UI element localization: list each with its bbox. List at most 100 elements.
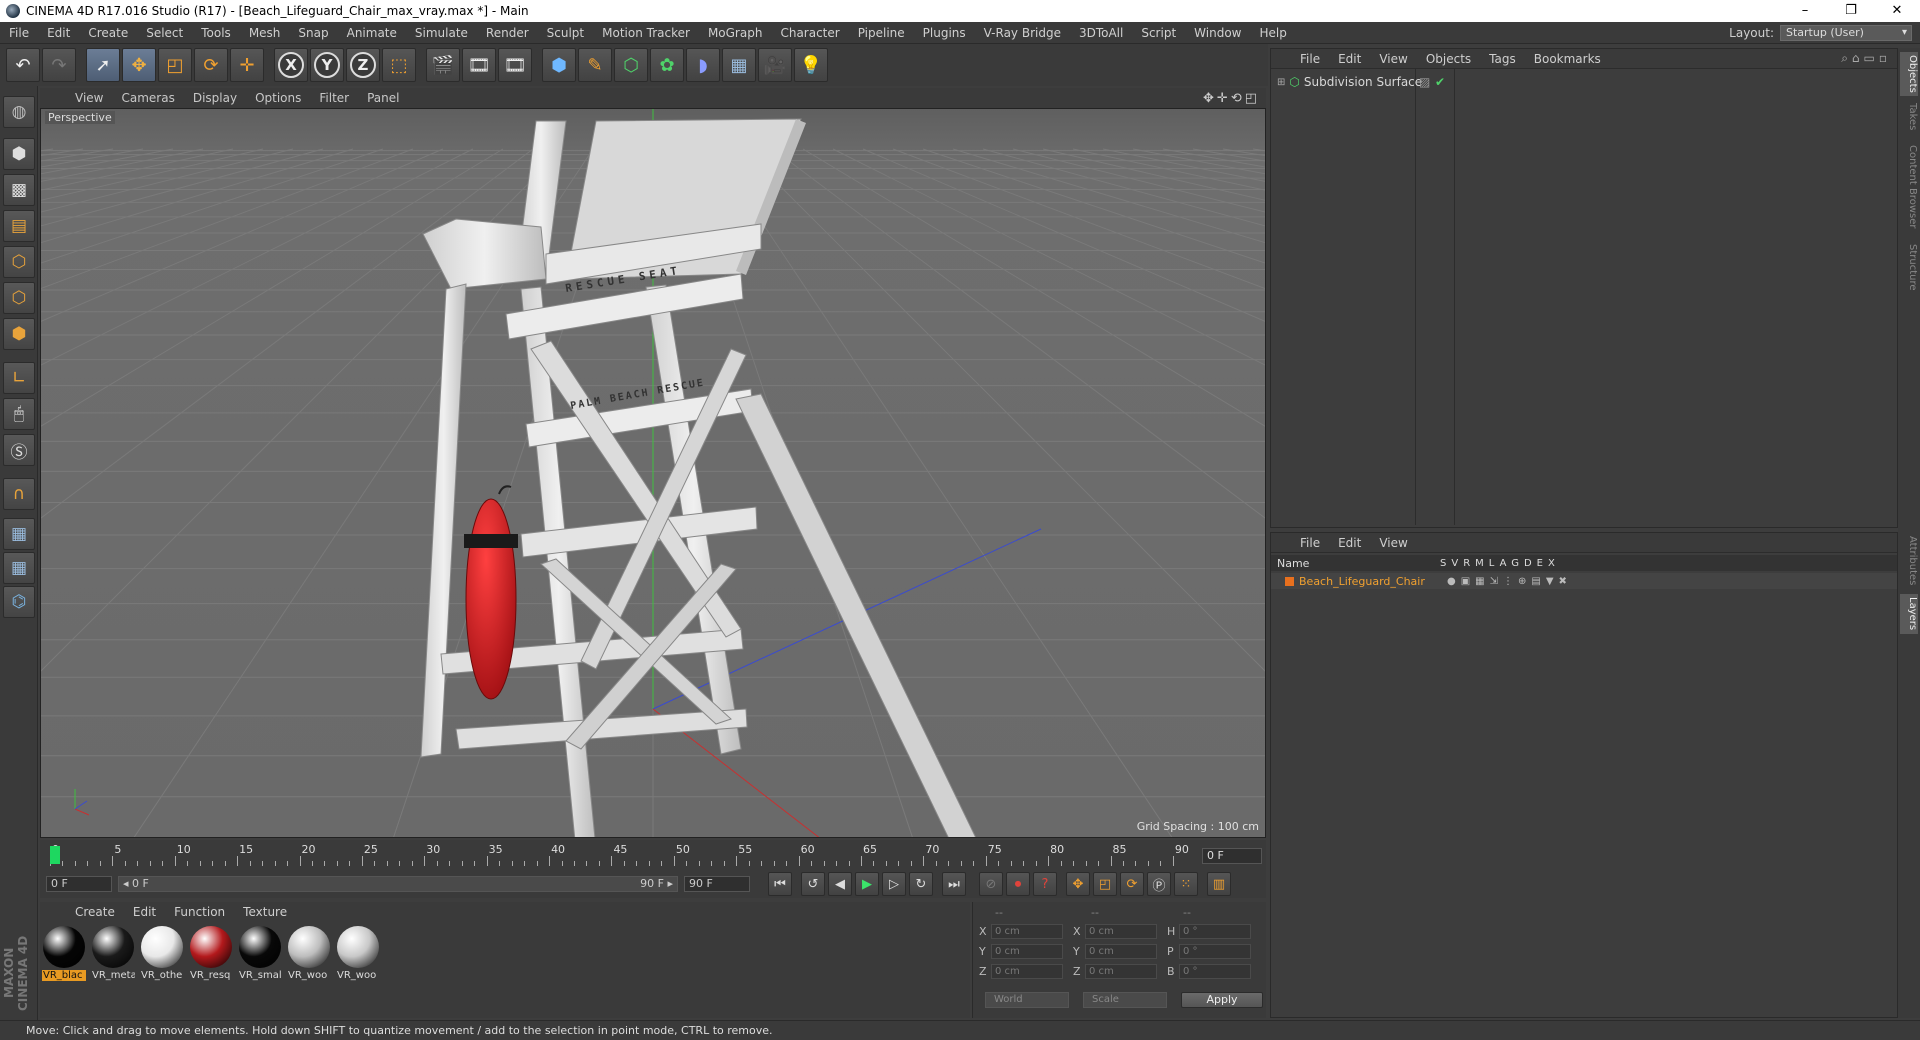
- tweak-mode-button[interactable]: 🖱: [3, 398, 35, 430]
- menu-pipeline[interactable]: Pipeline: [849, 26, 914, 40]
- menu-script[interactable]: Script: [1132, 26, 1185, 40]
- goto-end-button[interactable]: ⏭: [942, 872, 966, 896]
- key-rotation-button[interactable]: ⟳: [1120, 872, 1144, 896]
- rotation-h-field[interactable]: 0 °: [1179, 924, 1251, 939]
- coordinate-system-button[interactable]: ⬚: [382, 48, 416, 82]
- coordinate-mode-select[interactable]: World: [985, 992, 1069, 1008]
- layout-select[interactable]: Startup (User): [1780, 24, 1912, 41]
- size-x-field[interactable]: 0 cm: [1085, 924, 1157, 939]
- make-editable-button[interactable]: ◍: [3, 96, 35, 128]
- floor-button[interactable]: ▦: [722, 48, 756, 82]
- edges-mode-button[interactable]: ⬡: [3, 282, 35, 314]
- viewport-menu-cameras[interactable]: Cameras: [112, 91, 183, 105]
- goto-previous-frame-button[interactable]: ◀: [828, 872, 852, 896]
- key-pla-button[interactable]: ⁙: [1174, 872, 1198, 896]
- render-settings-button[interactable]: 🎞: [498, 48, 532, 82]
- workplane-align-button[interactable]: ▦: [3, 552, 35, 584]
- workplane-lock-button[interactable]: ▦: [3, 518, 35, 550]
- menu-render[interactable]: Render: [477, 26, 538, 40]
- workplane-mode-button[interactable]: ▤: [3, 210, 35, 242]
- layer-visibility-icon[interactable]: ▨: [1419, 75, 1430, 89]
- material-swatch[interactable]: VR_woo: [336, 926, 380, 986]
- spline-pen-button[interactable]: ✎: [578, 48, 612, 82]
- render-picture-viewer-button[interactable]: 🎞: [462, 48, 496, 82]
- object-row-subdivision-surface[interactable]: ⊞ ⬡ Subdivision Surface ▨ ✔: [1271, 73, 1897, 91]
- last-tool[interactable]: ✛: [230, 48, 264, 82]
- minimize-button[interactable]: –: [1782, 0, 1828, 22]
- menu-mesh[interactable]: Mesh: [240, 26, 290, 40]
- subdivision-surface-button[interactable]: ⬡: [614, 48, 648, 82]
- object-manager-search-home-icons[interactable]: ⌕⌂▭▫: [1841, 51, 1897, 66]
- cube-object-button[interactable]: ⬢: [542, 48, 576, 82]
- menu-3dtoall[interactable]: 3DToAll: [1070, 26, 1132, 40]
- timeline-window-button[interactable]: ▥: [1207, 872, 1231, 896]
- menu-vray-bridge[interactable]: V-Ray Bridge: [975, 26, 1070, 40]
- material-menu-edit[interactable]: Edit: [124, 905, 165, 919]
- model-mode-button[interactable]: ⬢: [3, 138, 35, 170]
- cloner-button[interactable]: ✿: [650, 48, 684, 82]
- material-swatch[interactable]: VR_woo: [287, 926, 331, 986]
- goto-start-button[interactable]: ⏮: [768, 872, 792, 896]
- key-scale-button[interactable]: ◰: [1093, 872, 1117, 896]
- redo-button[interactable]: ↷: [42, 48, 76, 82]
- apply-button[interactable]: Apply: [1181, 992, 1263, 1008]
- viewport-menu-view[interactable]: View: [66, 91, 112, 105]
- material-swatch[interactable]: VR_smal: [238, 926, 282, 986]
- deformer-button[interactable]: ◗: [686, 48, 720, 82]
- z-axis-lock[interactable]: Z: [346, 48, 380, 82]
- x-axis-lock[interactable]: X: [274, 48, 308, 82]
- size-y-field[interactable]: 0 cm: [1085, 944, 1157, 959]
- viewport-menu-panel[interactable]: Panel: [358, 91, 408, 105]
- viewport-menu-display[interactable]: Display: [184, 91, 246, 105]
- position-y-field[interactable]: 0 cm: [991, 944, 1063, 959]
- viewport-menu-filter[interactable]: Filter: [310, 91, 358, 105]
- tab-layers[interactable]: Layers: [1900, 594, 1918, 634]
- light-button[interactable]: 💡: [794, 48, 828, 82]
- objects-menu-bookmarks[interactable]: Bookmarks: [1525, 52, 1610, 66]
- scale-tool[interactable]: ◰: [158, 48, 192, 82]
- key-parameter-button[interactable]: Ⓟ: [1147, 872, 1171, 896]
- material-swatch[interactable]: VR_blac: [42, 926, 86, 986]
- polygons-mode-button[interactable]: ⬢: [3, 318, 35, 350]
- material-swatch[interactable]: VR_meta: [91, 926, 135, 986]
- material-menu-texture[interactable]: Texture: [234, 905, 296, 919]
- expand-icon[interactable]: ⊞: [1277, 77, 1285, 88]
- material-swatch[interactable]: VR_resq: [189, 926, 233, 986]
- menu-tools[interactable]: Tools: [192, 26, 240, 40]
- menu-sculpt[interactable]: Sculpt: [538, 26, 593, 40]
- objects-menu-view[interactable]: View: [1370, 52, 1416, 66]
- layer-name[interactable]: Beach_Lifeguard_Chair: [1299, 575, 1425, 588]
- menu-animate[interactable]: Animate: [338, 26, 406, 40]
- position-z-field[interactable]: 0 cm: [991, 964, 1063, 979]
- camera-button[interactable]: 🎥: [758, 48, 792, 82]
- tab-content-browser[interactable]: Content Browser: [1900, 142, 1918, 232]
- goto-next-key-button[interactable]: ↻: [909, 872, 933, 896]
- keyframe-selection-button[interactable]: ⊘: [979, 872, 1003, 896]
- timeline-playhead[interactable]: [50, 846, 60, 864]
- tab-attributes[interactable]: Attributes: [1900, 534, 1918, 588]
- menu-motion-tracker[interactable]: Motion Tracker: [593, 26, 699, 40]
- menu-file[interactable]: File: [0, 26, 38, 40]
- menu-plugins[interactable]: Plugins: [914, 26, 975, 40]
- start-frame-field[interactable]: 0 F: [46, 876, 112, 892]
- objects-menu-file[interactable]: File: [1291, 52, 1329, 66]
- end-frame-field[interactable]: 90 F: [684, 876, 750, 892]
- rotation-b-field[interactable]: 0 °: [1179, 964, 1251, 979]
- play-button[interactable]: ▶: [855, 872, 879, 896]
- material-menu-create[interactable]: Create: [66, 905, 124, 919]
- size-mode-select[interactable]: Scale: [1083, 992, 1167, 1008]
- close-button[interactable]: ✕: [1874, 0, 1920, 22]
- snap-button[interactable]: Ⓢ: [3, 434, 35, 466]
- points-mode-button[interactable]: ⬡: [3, 246, 35, 278]
- layers-menu-edit[interactable]: Edit: [1329, 536, 1370, 550]
- menu-edit[interactable]: Edit: [38, 26, 79, 40]
- objects-menu-edit[interactable]: Edit: [1329, 52, 1370, 66]
- menu-mograph[interactable]: MoGraph: [699, 26, 772, 40]
- objects-menu-objects[interactable]: Objects: [1417, 52, 1480, 66]
- rotate-tool[interactable]: ⟳: [194, 48, 228, 82]
- menu-help[interactable]: Help: [1250, 26, 1295, 40]
- viewport-menu-options[interactable]: Options: [246, 91, 310, 105]
- tab-objects[interactable]: Objects: [1900, 52, 1918, 96]
- goto-previous-key-button[interactable]: ↺: [801, 872, 825, 896]
- key-position-button[interactable]: ✥: [1066, 872, 1090, 896]
